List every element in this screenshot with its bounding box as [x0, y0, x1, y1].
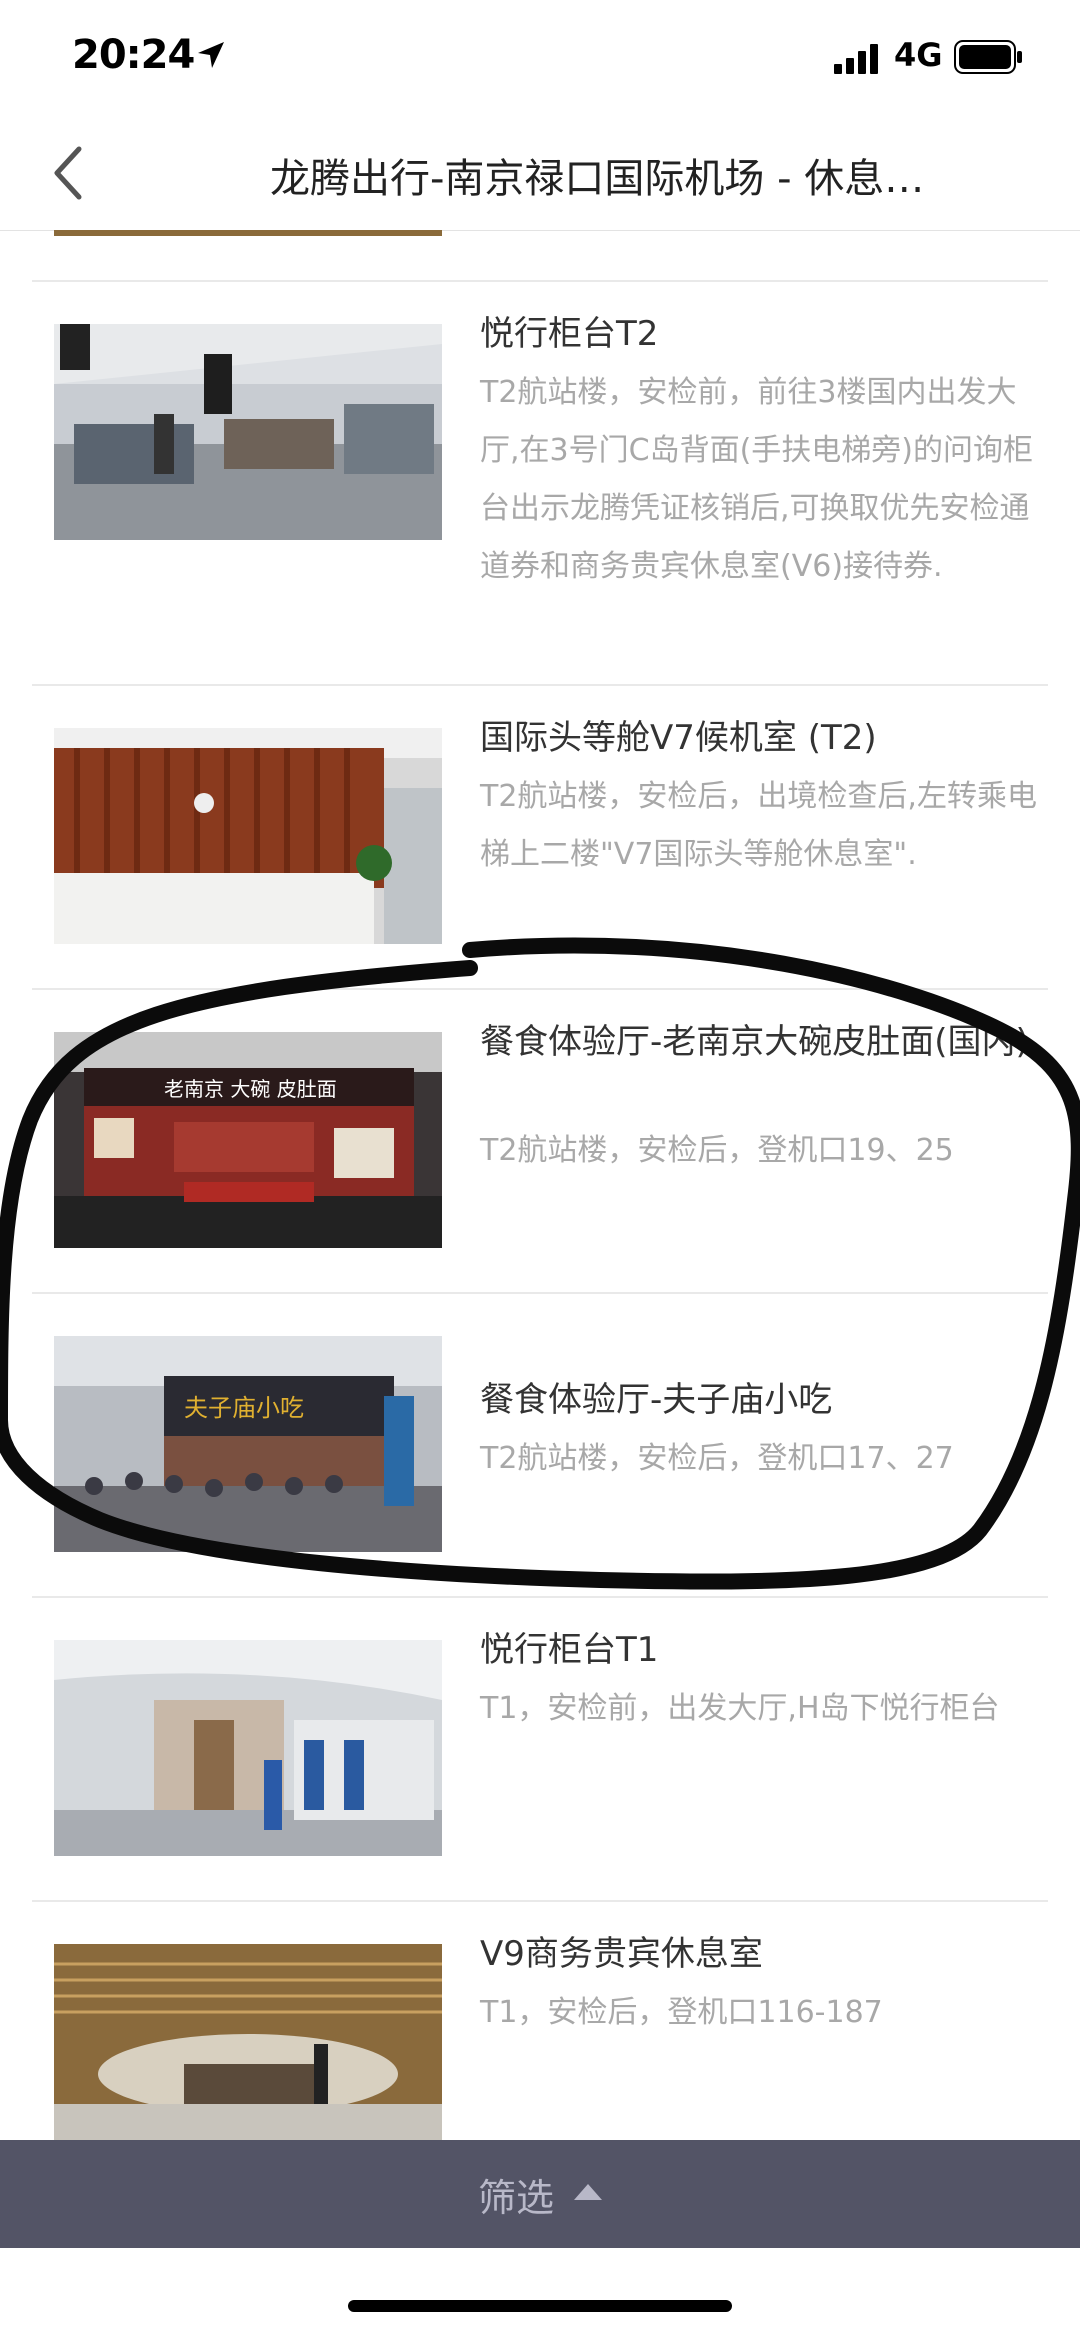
thumbnail-image: 老南京 大碗 皮肚面	[54, 1032, 442, 1248]
list-item[interactable]: 国际头等舱V7候机室 (T2) T2航站楼，安检后，出境检查后,左转乘电梯上二楼…	[32, 684, 1048, 990]
item-description: T2航站楼，安检后，登机口17、27	[480, 1441, 954, 1476]
thumbnail-image	[54, 324, 442, 540]
location-arrow-icon	[198, 42, 224, 68]
status-bar: 20:24 4G	[0, 0, 1080, 118]
network-label: 4G	[894, 36, 943, 74]
item-description: T2航站楼，安检后，出境检查后,左转乘电梯上二楼"V7国际头等舱休息室".	[480, 779, 1037, 872]
shop-sign: 老南京 大碗 皮肚面	[164, 1077, 337, 1101]
page-title: 龙腾出行-南京禄口国际机场 - 休息…	[270, 156, 925, 202]
list-item[interactable]: 老南京 大碗 皮肚面 餐食体验厅-老南京大碗皮肚面(国内) T2航站楼，安检后，…	[32, 988, 1048, 1294]
shop-sign: 夫子庙小吃	[184, 1394, 304, 1422]
chevron-left-icon	[54, 146, 82, 200]
nav-bar: 龙腾出行-南京禄口国际机场 - 休息…	[0, 118, 1080, 231]
thumbnail-image	[54, 1944, 442, 2160]
thumbnail-image	[54, 1640, 442, 1856]
previous-item-thumbnail	[54, 230, 442, 236]
caret-up-icon	[574, 2184, 602, 2200]
item-title: 餐食体验厅-老南京大碗皮肚面(国内)	[480, 1022, 1029, 1062]
home-area	[0, 2248, 1080, 2337]
signal-icon	[834, 44, 878, 74]
item-description: T2航站楼，安检后，登机口19、25	[480, 1133, 954, 1168]
thumbnail-image: 夫子庙小吃	[54, 1336, 442, 1552]
item-title: V9商务贵宾休息室	[480, 1934, 763, 1974]
item-description: T2航站楼，安检前，前往3楼国内出发大厅,在3号门C岛背面(手扶电梯旁)的问询柜…	[480, 375, 1033, 584]
status-time: 20:24	[72, 32, 195, 78]
back-button[interactable]	[40, 138, 96, 208]
item-title: 国际头等舱V7候机室 (T2)	[480, 718, 877, 758]
item-description: T1，安检后，登机口116-187	[480, 1995, 883, 2030]
list-item[interactable]: 悦行柜台T1 T1，安检前，出发大厅,H岛下悦行柜台	[32, 1596, 1048, 1902]
item-title: 悦行柜台T1	[480, 1630, 659, 1670]
item-description: T1，安检前，出发大厅,H岛下悦行柜台	[480, 1691, 1000, 1726]
item-title: 餐食体验厅-夫子庙小吃	[480, 1380, 833, 1420]
list-item[interactable]: 悦行柜台T2 T2航站楼，安检前，前往3楼国内出发大厅,在3号门C岛背面(手扶电…	[32, 280, 1048, 686]
filter-label: 筛选	[477, 2175, 554, 2220]
list-item[interactable]: V9商务贵宾休息室 T1，安检后，登机口116-187	[32, 1900, 1048, 2160]
list-item[interactable]: 夫子庙小吃 餐食体验厅-夫子庙小吃 T2航站楼，安检后，登机口17、27	[32, 1292, 1048, 1598]
battery-icon	[954, 40, 1022, 74]
item-title: 悦行柜台T2	[480, 314, 659, 354]
home-indicator[interactable]	[348, 2300, 732, 2312]
thumbnail-image	[54, 728, 442, 944]
filter-bar[interactable]: 筛选	[0, 2140, 1080, 2248]
